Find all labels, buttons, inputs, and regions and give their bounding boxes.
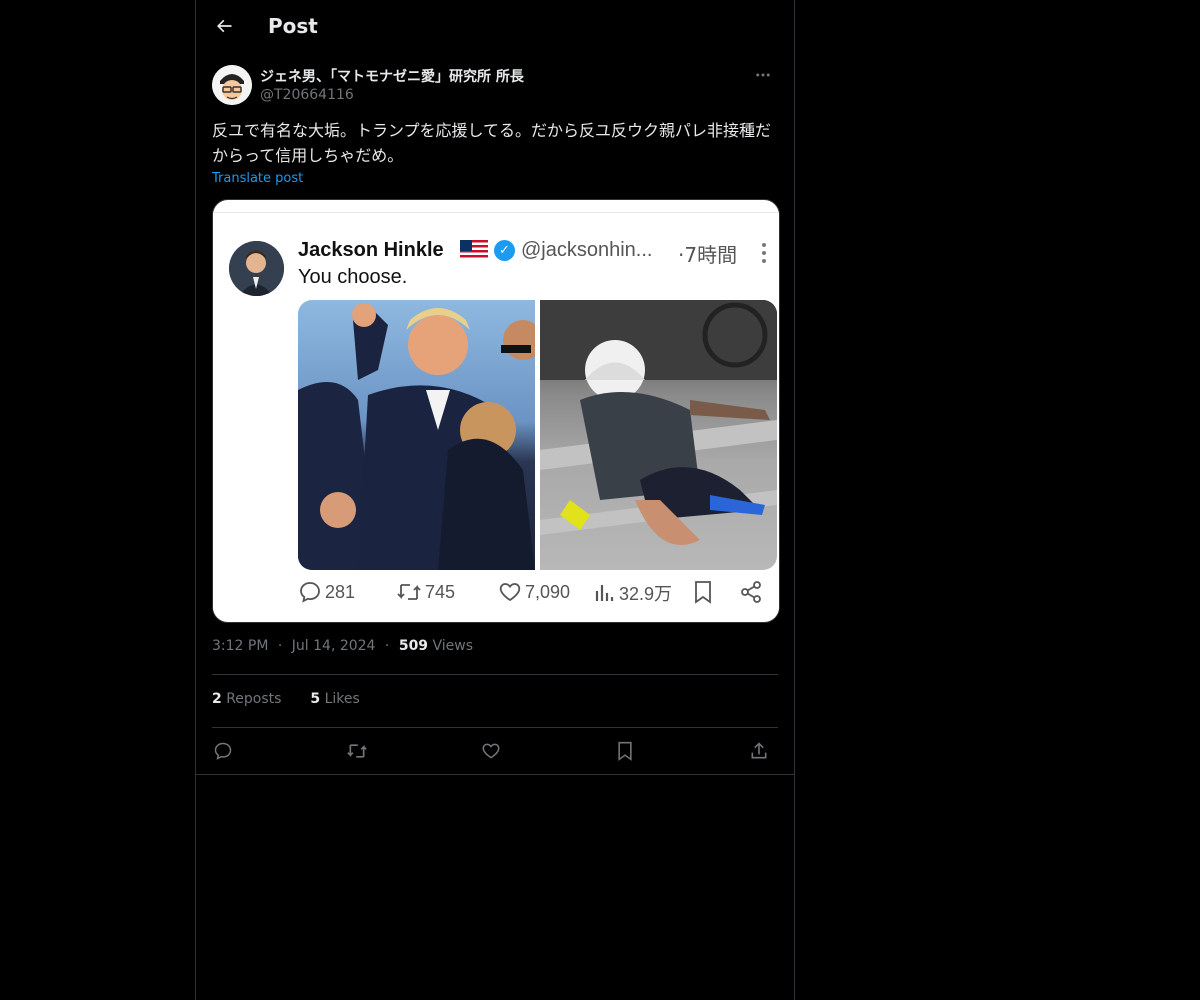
post-date[interactable]: Jul 14, 2024 bbox=[292, 638, 376, 654]
post-actions bbox=[212, 737, 778, 765]
bookmark-button[interactable] bbox=[610, 737, 640, 765]
quoted-tweet-screenshot: Jackson Hinkle ✓ @jacksonhin... ·7時間 You… bbox=[213, 212, 779, 619]
us-flag-icon bbox=[460, 240, 488, 260]
vertical-more-icon bbox=[761, 243, 767, 263]
quoted-actions-row: 281 745 7,090 32.9万 bbox=[298, 580, 768, 610]
reply-icon bbox=[214, 742, 232, 760]
repost-icon bbox=[347, 744, 367, 758]
share-button[interactable] bbox=[744, 737, 774, 765]
post-author: ジェネ男、「マトモナゼニ愛」研究所 所長 @T20664116 bbox=[212, 64, 778, 108]
heart-icon bbox=[482, 743, 500, 759]
back-button[interactable] bbox=[210, 12, 238, 40]
quoted-timestamp: ·7時間 bbox=[678, 243, 738, 267]
post-media-image[interactable]: Jackson Hinkle ✓ @jacksonhin... ·7時間 You… bbox=[212, 199, 780, 623]
views-count: 509 bbox=[398, 638, 429, 654]
section-divider bbox=[196, 774, 794, 775]
bookmark-icon bbox=[618, 741, 632, 761]
avatar[interactable] bbox=[212, 65, 252, 105]
quoted-author-name: Jackson Hinkle bbox=[298, 239, 444, 261]
page-title: Post bbox=[268, 14, 318, 38]
quoted-bookmark-icon bbox=[693, 580, 716, 604]
views-icon bbox=[595, 585, 614, 601]
quoted-like-count: 7,090 bbox=[498, 580, 570, 604]
post-text: 反ユで有名な大垢。トランプを応援してる。だから反ユ反ウク親パレ非接種だからって信… bbox=[212, 121, 772, 165]
meta-separator: · bbox=[384, 638, 390, 654]
quoted-author-handle: @jacksonhin... bbox=[521, 239, 653, 261]
arrow-left-icon bbox=[217, 19, 232, 33]
more-options-button[interactable] bbox=[748, 64, 778, 86]
meta-separator: · bbox=[277, 638, 283, 654]
views-label: Views bbox=[432, 638, 474, 654]
share-icon bbox=[751, 742, 767, 759]
quoted-view-count: 32.9万 bbox=[594, 580, 672, 606]
quoted-photos bbox=[298, 300, 777, 570]
quoted-reply-count: 281 bbox=[298, 580, 355, 604]
post-stats: 2 Reposts 5 Likes bbox=[212, 691, 360, 707]
post-time[interactable]: 3:12 PM bbox=[212, 638, 268, 654]
reply-button[interactable] bbox=[208, 737, 238, 765]
reposts-stat[interactable]: 2 Reposts bbox=[212, 691, 281, 707]
more-horizontal-icon bbox=[756, 73, 770, 77]
post-meta: 3:12 PM · Jul 14, 2024 · 509 Views bbox=[212, 638, 473, 654]
translate-post-link[interactable]: Translate post bbox=[212, 171, 303, 186]
photo-bike-fall bbox=[540, 300, 777, 570]
post-column: Post ジェネ男、「マトモナゼニ愛」研究所 所長 @T20664116 反ユで… bbox=[195, 0, 795, 1000]
photo-rally bbox=[298, 300, 543, 570]
author-display-name[interactable]: ジェネ男、「マトモナゼニ愛」研究所 所長 bbox=[260, 66, 524, 86]
divider bbox=[212, 727, 778, 728]
divider bbox=[212, 674, 778, 675]
quoted-avatar bbox=[229, 241, 284, 296]
top-bar: Post bbox=[196, 0, 794, 53]
heart-icon bbox=[499, 583, 521, 602]
quoted-repost-count: 745 bbox=[396, 580, 455, 604]
reply-icon bbox=[300, 582, 320, 603]
like-button[interactable] bbox=[476, 737, 506, 765]
verified-badge-icon: ✓ bbox=[494, 240, 515, 261]
repost-button[interactable] bbox=[342, 737, 372, 765]
repost-icon bbox=[397, 584, 421, 600]
quoted-text: You choose. bbox=[298, 266, 408, 288]
likes-stat[interactable]: 5 Likes bbox=[310, 691, 359, 707]
author-handle[interactable]: @T20664116 bbox=[260, 87, 354, 103]
quoted-share-icon bbox=[739, 580, 766, 604]
